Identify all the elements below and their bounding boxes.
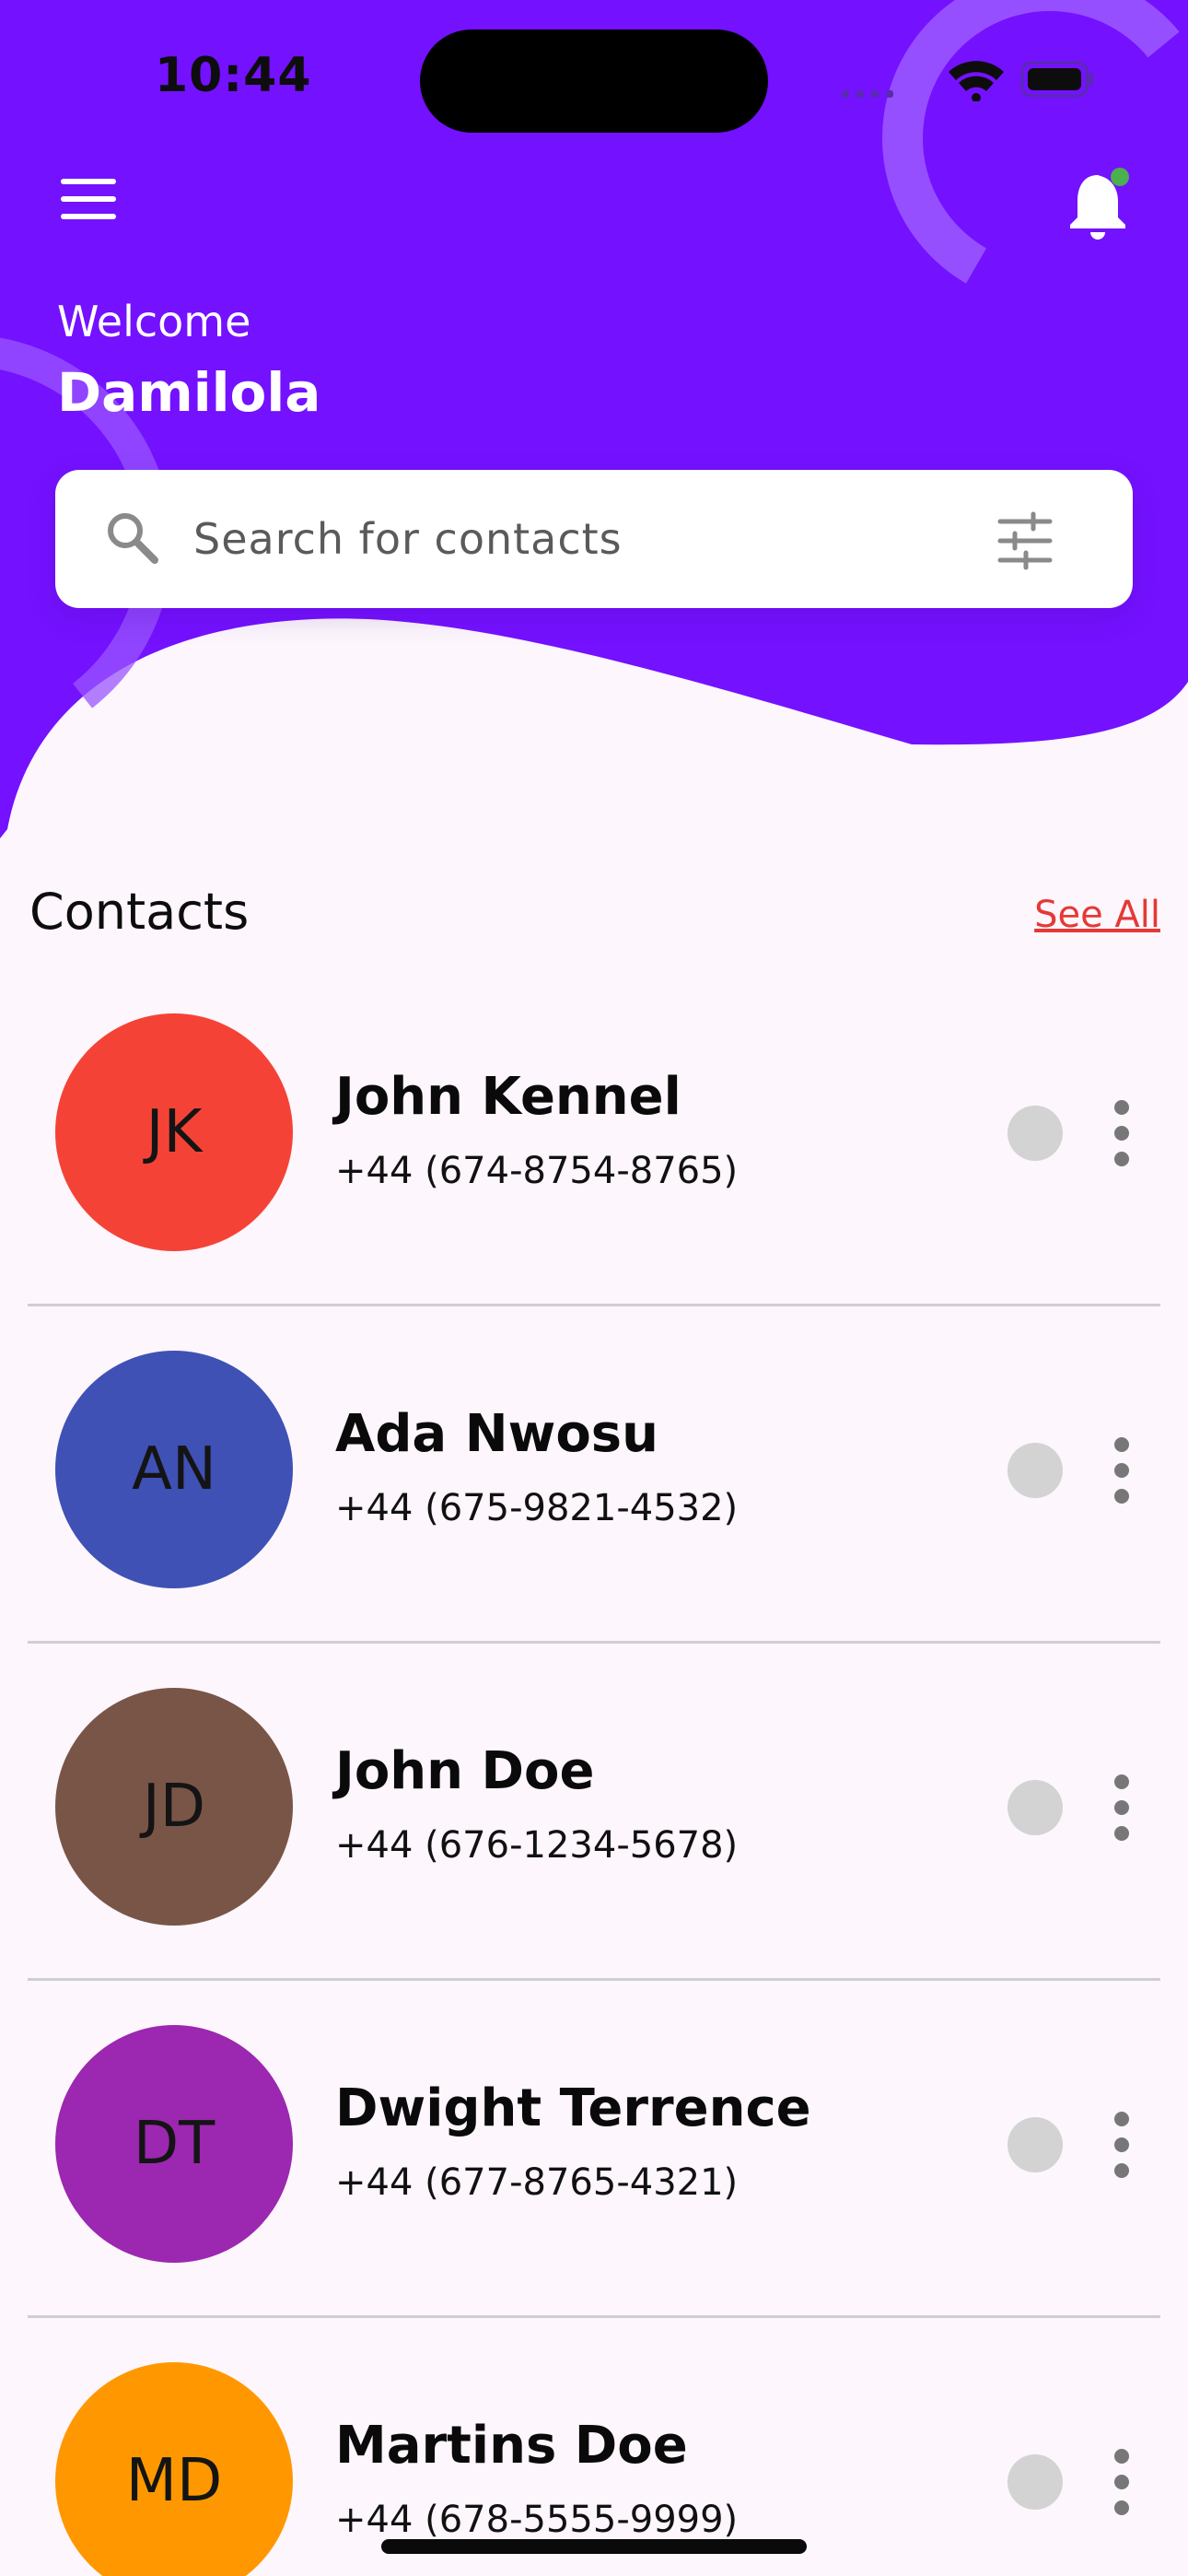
contact-row[interactable]: JK John Kennel +44 (674-8754-8765) — [28, 969, 1160, 1306]
status-indicator — [1007, 2454, 1063, 2510]
contact-name: Dwight Terrence — [335, 2078, 811, 2138]
status-indicator — [1007, 2117, 1063, 2172]
cellular-signal-icon — [842, 90, 893, 98]
wifi-icon — [949, 61, 1004, 101]
contact-row[interactable]: DT Dwight Terrence +44 (677-8765-4321) — [28, 1981, 1160, 2318]
contact-phone: +44 (674-8754-8765) — [335, 1150, 739, 1192]
status-time: 10:44 — [155, 48, 312, 103]
app-screen: 10:44 Welcome Damilola Search for contac… — [0, 0, 1188, 2576]
filter-sliders-icon[interactable] — [995, 510, 1055, 571]
more-vertical-icon[interactable] — [1111, 2447, 1133, 2517]
contact-row[interactable]: MD Martins Doe +44 (678-5555-9999) — [28, 2318, 1160, 2576]
username: Damilola — [57, 361, 321, 424]
contact-row[interactable]: JD John Doe +44 (676-1234-5678) — [28, 1644, 1160, 1981]
contacts-title: Contacts — [29, 883, 250, 941]
notification-badge-icon — [1111, 168, 1129, 186]
search-input[interactable] — [193, 507, 930, 571]
battery-icon — [1020, 61, 1093, 98]
avatar: DT — [55, 2025, 293, 2263]
welcome-label: Welcome — [57, 297, 251, 346]
notification-bell-icon[interactable] — [1066, 164, 1133, 241]
status-indicator — [1007, 1443, 1063, 1498]
avatar: JK — [55, 1013, 293, 1251]
more-vertical-icon[interactable] — [1111, 2110, 1133, 2180]
avatar: AN — [55, 1351, 293, 1588]
avatar: JD — [55, 1688, 293, 1926]
more-vertical-icon[interactable] — [1111, 1773, 1133, 1843]
more-vertical-icon[interactable] — [1111, 1435, 1133, 1505]
see-all-link[interactable]: See All — [1034, 894, 1160, 936]
dynamic-island — [420, 29, 768, 133]
contact-name: Martins Doe — [335, 2416, 688, 2476]
status-indicator — [1007, 1780, 1063, 1835]
contact-phone: +44 (677-8765-4321) — [335, 2161, 739, 2204]
avatar: MD — [55, 2362, 293, 2576]
status-indicator — [1007, 1106, 1063, 1161]
contact-name: John Doe — [335, 1741, 595, 1801]
contact-name: Ada Nwosu — [335, 1404, 658, 1464]
search-bar — [55, 470, 1133, 608]
search-icon — [108, 513, 158, 564]
contact-phone: +44 (676-1234-5678) — [335, 1824, 739, 1867]
contact-name: John Kennel — [335, 1067, 681, 1127]
contact-phone: +44 (675-9821-4532) — [335, 1487, 739, 1529]
status-icons — [842, 61, 1093, 101]
contact-row[interactable]: AN Ada Nwosu +44 (675-9821-4532) — [28, 1306, 1160, 1644]
menu-icon[interactable] — [61, 179, 116, 219]
home-indicator[interactable] — [381, 2539, 807, 2554]
contact-phone: +44 (678-5555-9999) — [335, 2499, 739, 2541]
more-vertical-icon[interactable] — [1111, 1098, 1133, 1168]
